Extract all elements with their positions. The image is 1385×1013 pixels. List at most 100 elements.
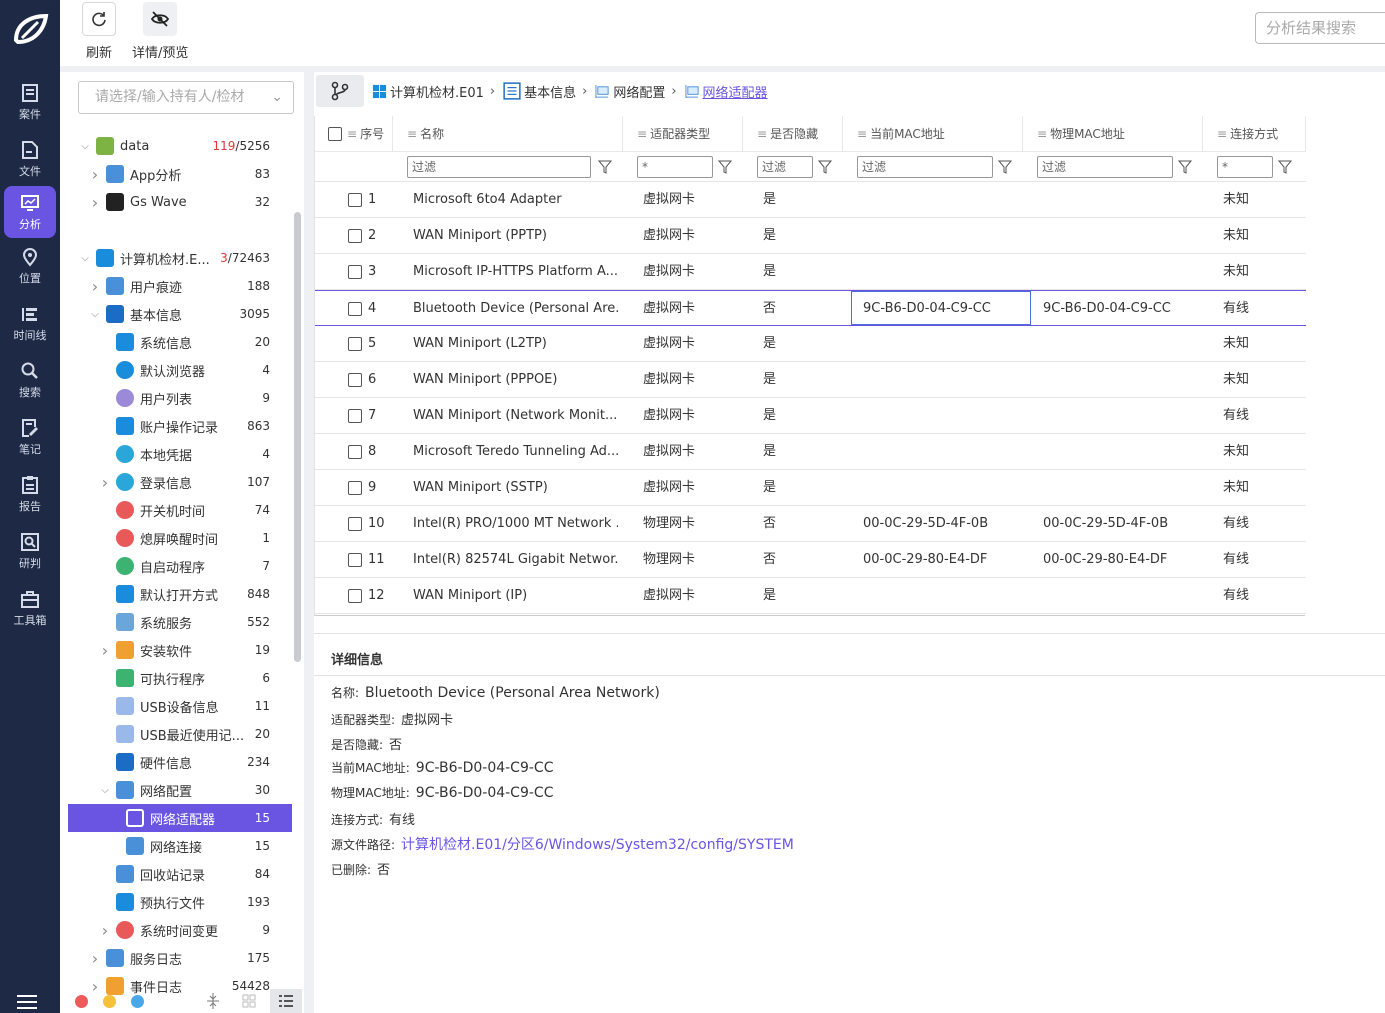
nav-toolbox[interactable]: 工具箱 <box>0 580 60 637</box>
tree-item[interactable]: ⌵ 基本信息 3095 <box>68 300 292 328</box>
crumb-evidence[interactable]: 计算机检材.E01 › <box>372 82 495 101</box>
holder-select[interactable]: 请选择/输入持有人/检材 ⌄ <box>78 81 294 114</box>
filter-icon[interactable] <box>818 160 832 174</box>
tree-item[interactable]: 开关机时间 74 <box>68 496 292 524</box>
tree-item[interactable]: ⌵ 网络配置 30 <box>68 776 292 804</box>
table-row[interactable]: 2 WAN Miniport (PPTP) 虚拟网卡 是 未知 <box>315 218 1306 254</box>
table-row[interactable]: 7 WAN Miniport (Network Monit... 虚拟网卡 是 有线 <box>315 398 1306 434</box>
crumb-network-config[interactable]: 网络配置 › <box>595 82 677 101</box>
filter-icon[interactable] <box>1178 160 1192 174</box>
tree-item[interactable]: › 系统时间变更 9 <box>68 916 292 944</box>
chevron-right-icon[interactable]: › <box>98 641 112 660</box>
tree-item[interactable]: ⌵ 计算机检材.E... 3/72463 <box>68 244 292 272</box>
table-row[interactable]: 10 Intel(R) PRO/1000 MT Network ... 物理网卡 否 0… <box>315 506 1306 542</box>
tree-item[interactable]: 网络适配器 15 <box>68 804 292 832</box>
table-row[interactable]: 11 Intel(R) 82574L Gigabit Networ... 物理网卡 否… <box>315 542 1306 578</box>
tree-item[interactable]: › 用户痕迹 188 <box>68 272 292 300</box>
hidden-filter-input[interactable]: 过滤 <box>757 156 813 178</box>
refresh-button[interactable]: 刷新 <box>82 0 116 61</box>
table-row[interactable]: 12 WAN Miniport (IP) 虚拟网卡 是 有线 <box>315 578 1306 614</box>
chevron-down-icon[interactable]: ⌵ <box>78 141 92 152</box>
chevron-right-icon[interactable]: › <box>98 473 112 492</box>
tree-item[interactable]: 用户列表 9 <box>68 384 292 412</box>
tree-item[interactable]: › 安装软件 19 <box>68 636 292 664</box>
red-dot-icon[interactable] <box>75 994 88 1008</box>
row-checkbox[interactable] <box>348 302 362 316</box>
nav-file[interactable]: 文件 <box>0 131 60 188</box>
select-all-checkbox[interactable] <box>328 127 342 141</box>
tree-item[interactable]: 硬件信息 234 <box>68 748 292 776</box>
crumb-basic-info[interactable]: 基本信息 › <box>503 81 587 101</box>
chevron-down-icon[interactable]: ⌵ <box>78 253 92 264</box>
header-physical-mac[interactable]: ≡ 物理MAC地址 <box>1023 116 1203 152</box>
header-current-mac[interactable]: ≡ 当前MAC地址 <box>843 116 1023 152</box>
result-search-input[interactable]: 分析结果搜索 <box>1255 12 1385 44</box>
tree-item[interactable]: 可执行程序 6 <box>68 664 292 692</box>
tree-item[interactable]: 预执行文件 193 <box>68 888 292 916</box>
menu-icon[interactable] <box>17 995 37 1009</box>
chevron-down-icon[interactable]: ⌵ <box>88 309 102 320</box>
tree-scrollbar[interactable] <box>294 212 301 662</box>
chevron-right-icon[interactable]: › <box>88 193 102 212</box>
blue-dot-icon[interactable] <box>131 994 144 1008</box>
list-view-button[interactable] <box>270 989 302 1013</box>
nav-case[interactable]: 案件 <box>0 74 60 131</box>
header-type[interactable]: ≡ 适配器类型 <box>623 116 743 152</box>
chevron-right-icon[interactable]: › <box>88 277 102 296</box>
row-checkbox[interactable] <box>348 517 362 531</box>
table-row[interactable]: 9 WAN Miniport (SSTP) 虚拟网卡 是 未知 <box>315 470 1306 506</box>
nav-judge[interactable]: 研判 <box>0 523 60 580</box>
grid-view-icon[interactable] <box>242 994 256 1008</box>
chevron-right-icon[interactable]: › <box>98 921 112 940</box>
tree-item[interactable]: 默认打开方式 848 <box>68 580 292 608</box>
header-index[interactable]: ≡ 序号 <box>315 116 393 152</box>
tree-item[interactable]: USB最近使用记... 20 <box>68 720 292 748</box>
row-checkbox[interactable] <box>348 589 362 603</box>
nav-search[interactable]: 搜索 <box>0 352 60 409</box>
row-checkbox[interactable] <box>348 553 362 567</box>
tree-item[interactable]: › 服务日志 175 <box>68 944 292 972</box>
tree-item[interactable]: 默认浏览器 4 <box>68 356 292 384</box>
row-checkbox[interactable] <box>348 265 362 279</box>
collapse-icon[interactable] <box>206 993 220 1009</box>
name-filter-input[interactable]: 过滤 <box>407 156 591 178</box>
row-checkbox[interactable] <box>348 193 362 207</box>
current-mac-filter-input[interactable]: 过滤 <box>857 156 993 178</box>
row-checkbox[interactable] <box>348 373 362 387</box>
connection-filter-input[interactable]: * <box>1217 156 1273 178</box>
branch-button[interactable] <box>316 75 364 107</box>
filter-icon[interactable] <box>718 160 732 174</box>
tree-item[interactable]: 回收站记录 84 <box>68 860 292 888</box>
source-path-link[interactable]: 计算机检材.E01/分区6/Windows/System32/config/SY… <box>401 837 794 853</box>
tree-item[interactable]: ⌵ data 119/5256 <box>68 132 292 160</box>
tree-item[interactable]: › App分析 83 <box>68 160 292 188</box>
panel-divider[interactable] <box>304 72 314 1013</box>
tree-item[interactable]: 系统信息 20 <box>68 328 292 356</box>
header-hidden[interactable]: ≡ 是否隐藏 <box>743 116 843 152</box>
row-checkbox[interactable] <box>348 409 362 423</box>
yellow-dot-icon[interactable] <box>103 994 116 1008</box>
row-checkbox[interactable] <box>348 337 362 351</box>
table-row[interactable]: 4 Bluetooth Device (Personal Are... 虚拟网卡 否 9… <box>315 290 1306 326</box>
nav-report[interactable]: 报告 <box>0 466 60 523</box>
tree-item[interactable]: 自启动程序 7 <box>68 552 292 580</box>
header-name[interactable]: ≡ 名称 <box>393 116 623 152</box>
header-connection[interactable]: ≡ 连接方式 <box>1203 116 1306 152</box>
tree-item[interactable]: › Gs Wave 32 <box>68 188 292 216</box>
nav-location[interactable]: 位置 <box>0 238 60 295</box>
tree-item[interactable]: 本地凭据 4 <box>68 440 292 468</box>
tree-item[interactable]: 熄屏唤醒时间 1 <box>68 524 292 552</box>
crumb-network-adapter[interactable]: 网络适配器 <box>685 82 768 101</box>
tree-item[interactable]: 网络连接 15 <box>68 832 292 860</box>
table-row[interactable]: 6 WAN Miniport (PPPOE) 虚拟网卡 是 未知 <box>315 362 1306 398</box>
type-filter-input[interactable]: * <box>637 156 713 178</box>
table-row[interactable]: 5 WAN Miniport (L2TP) 虚拟网卡 是 未知 <box>315 326 1306 362</box>
tree-item[interactable]: 账户操作记录 863 <box>68 412 292 440</box>
nav-analysis[interactable]: 分析 <box>4 186 56 238</box>
nav-timeline[interactable]: 时间线 <box>0 295 60 352</box>
nav-note[interactable]: 笔记 <box>0 409 60 466</box>
preview-button[interactable]: 详情/预览 <box>132 0 188 61</box>
chevron-right-icon[interactable]: › <box>88 949 102 968</box>
tree-item[interactable]: 系统服务 552 <box>68 608 292 636</box>
tree-item[interactable]: › 登录信息 107 <box>68 468 292 496</box>
